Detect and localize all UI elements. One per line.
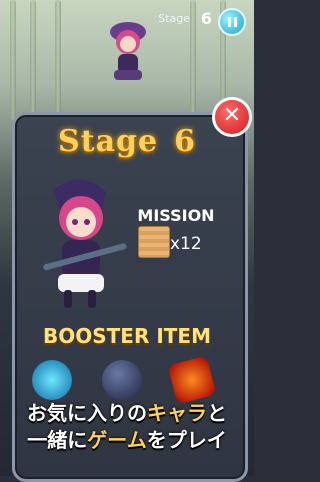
stage-title-word: Stage xyxy=(58,124,159,159)
mission-label: MISSION xyxy=(137,206,215,225)
booster-item-label: BOOSTER ITEM xyxy=(43,324,211,348)
booster-star-icon[interactable] xyxy=(32,360,72,400)
pause-button[interactable] xyxy=(218,8,246,36)
promo-caption-line2: 一緒にゲームをプレイ xyxy=(27,428,227,452)
booster-orb-icon[interactable] xyxy=(102,360,142,400)
booster-items xyxy=(32,355,232,405)
stage-number-top: 6 xyxy=(200,9,212,28)
pause-icon xyxy=(226,17,238,27)
hero-character xyxy=(43,179,127,308)
wooden-crate-icon xyxy=(138,226,170,258)
character-sprite-top xyxy=(110,22,146,80)
stage-title-number: 6 xyxy=(174,124,196,159)
booster-bomb-icon[interactable] xyxy=(167,355,217,405)
mission-target-count: x12 xyxy=(170,234,202,254)
promo-caption: お気に入りのキャラと 一緒にゲームをプレイ xyxy=(0,400,254,454)
stage-label-top: Stage xyxy=(158,12,190,25)
stage-title: Stage 6 xyxy=(0,124,254,159)
promo-caption-line1: お気に入りのキャラと xyxy=(27,401,227,425)
